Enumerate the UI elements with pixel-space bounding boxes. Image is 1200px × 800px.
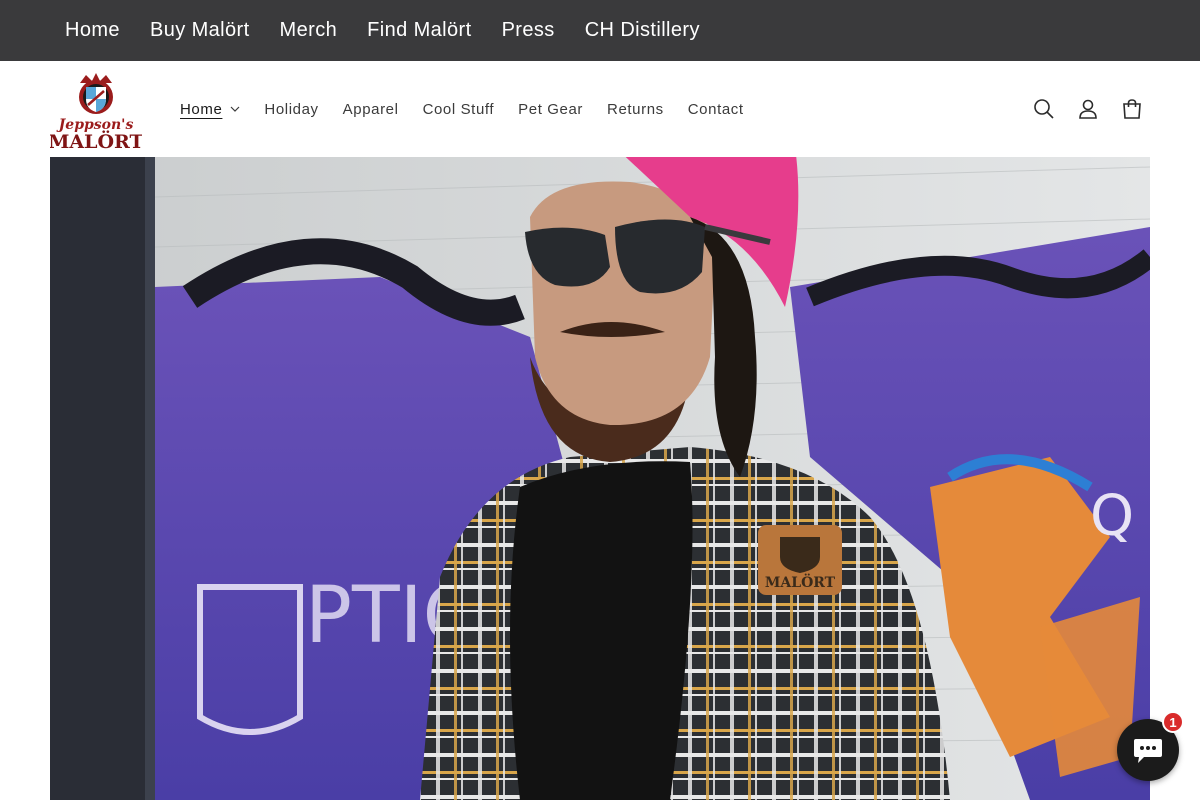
nav-holiday[interactable]: Holiday (252, 101, 330, 118)
cart-icon (1123, 99, 1141, 119)
chat-notification-badge: 1 (1162, 711, 1184, 733)
crest-logo-icon: Jeppson's MALÖRT (48, 73, 144, 153)
shirt-patch-text: MALÖRT (765, 572, 836, 591)
top-nav-find-malort[interactable]: Find Malört (352, 19, 486, 42)
svg-text:Q: Q (1090, 484, 1134, 549)
top-nav-bar: Home Buy Malört Merch Find Malört Press … (0, 0, 1200, 61)
logo-line2: MALÖRT (50, 130, 142, 151)
nav-cool-stuff-label: Cool Stuff (422, 100, 495, 118)
nav-pet-gear-label: Pet Gear (518, 100, 584, 118)
chat-bubble-icon (1134, 739, 1162, 763)
account-button[interactable] (1066, 87, 1110, 131)
site-logo[interactable]: Jeppson's MALÖRT (48, 73, 144, 153)
nav-home-label: Home (180, 100, 223, 118)
hero-photo: PTIC Q MALÖRT (50, 157, 1150, 800)
nav-apparel[interactable]: Apparel (331, 101, 411, 118)
chevron-down-icon (230, 106, 240, 112)
top-nav-list: Home Buy Malört Merch Find Malört Press … (50, 0, 715, 61)
top-nav-home[interactable]: Home (50, 19, 135, 42)
top-nav-merch[interactable]: Merch (265, 19, 353, 42)
shirt-patch: MALÖRT (758, 525, 842, 595)
main-nav: Home Holiday Apparel Cool Stuff Pet Gear… (168, 61, 756, 157)
nav-returns[interactable]: Returns (595, 101, 676, 118)
hero-banner-image: PTIC Q MALÖRT (50, 157, 1150, 800)
nav-pet-gear[interactable]: Pet Gear (506, 101, 595, 118)
top-nav-ch-distillery[interactable]: CH Distillery (570, 19, 715, 42)
nav-contact-label: Contact (687, 100, 744, 118)
site-header: Jeppson's MALÖRT Home Holiday Apparel Co… (0, 61, 1200, 157)
nav-contact[interactable]: Contact (676, 101, 756, 118)
nav-cool-stuff[interactable]: Cool Stuff (411, 101, 507, 118)
top-nav-buy-malort[interactable]: Buy Malört (135, 19, 265, 42)
search-icon (1034, 99, 1054, 119)
search-button[interactable] (1022, 87, 1066, 131)
account-icon (1079, 99, 1097, 119)
nav-holiday-label: Holiday (264, 100, 319, 118)
top-nav-press[interactable]: Press (487, 19, 570, 42)
header-icons (1022, 61, 1154, 157)
nav-returns-label: Returns (607, 100, 664, 118)
nav-home[interactable]: Home (168, 101, 252, 118)
cart-button[interactable] (1110, 87, 1154, 131)
nav-apparel-label: Apparel (342, 100, 399, 118)
